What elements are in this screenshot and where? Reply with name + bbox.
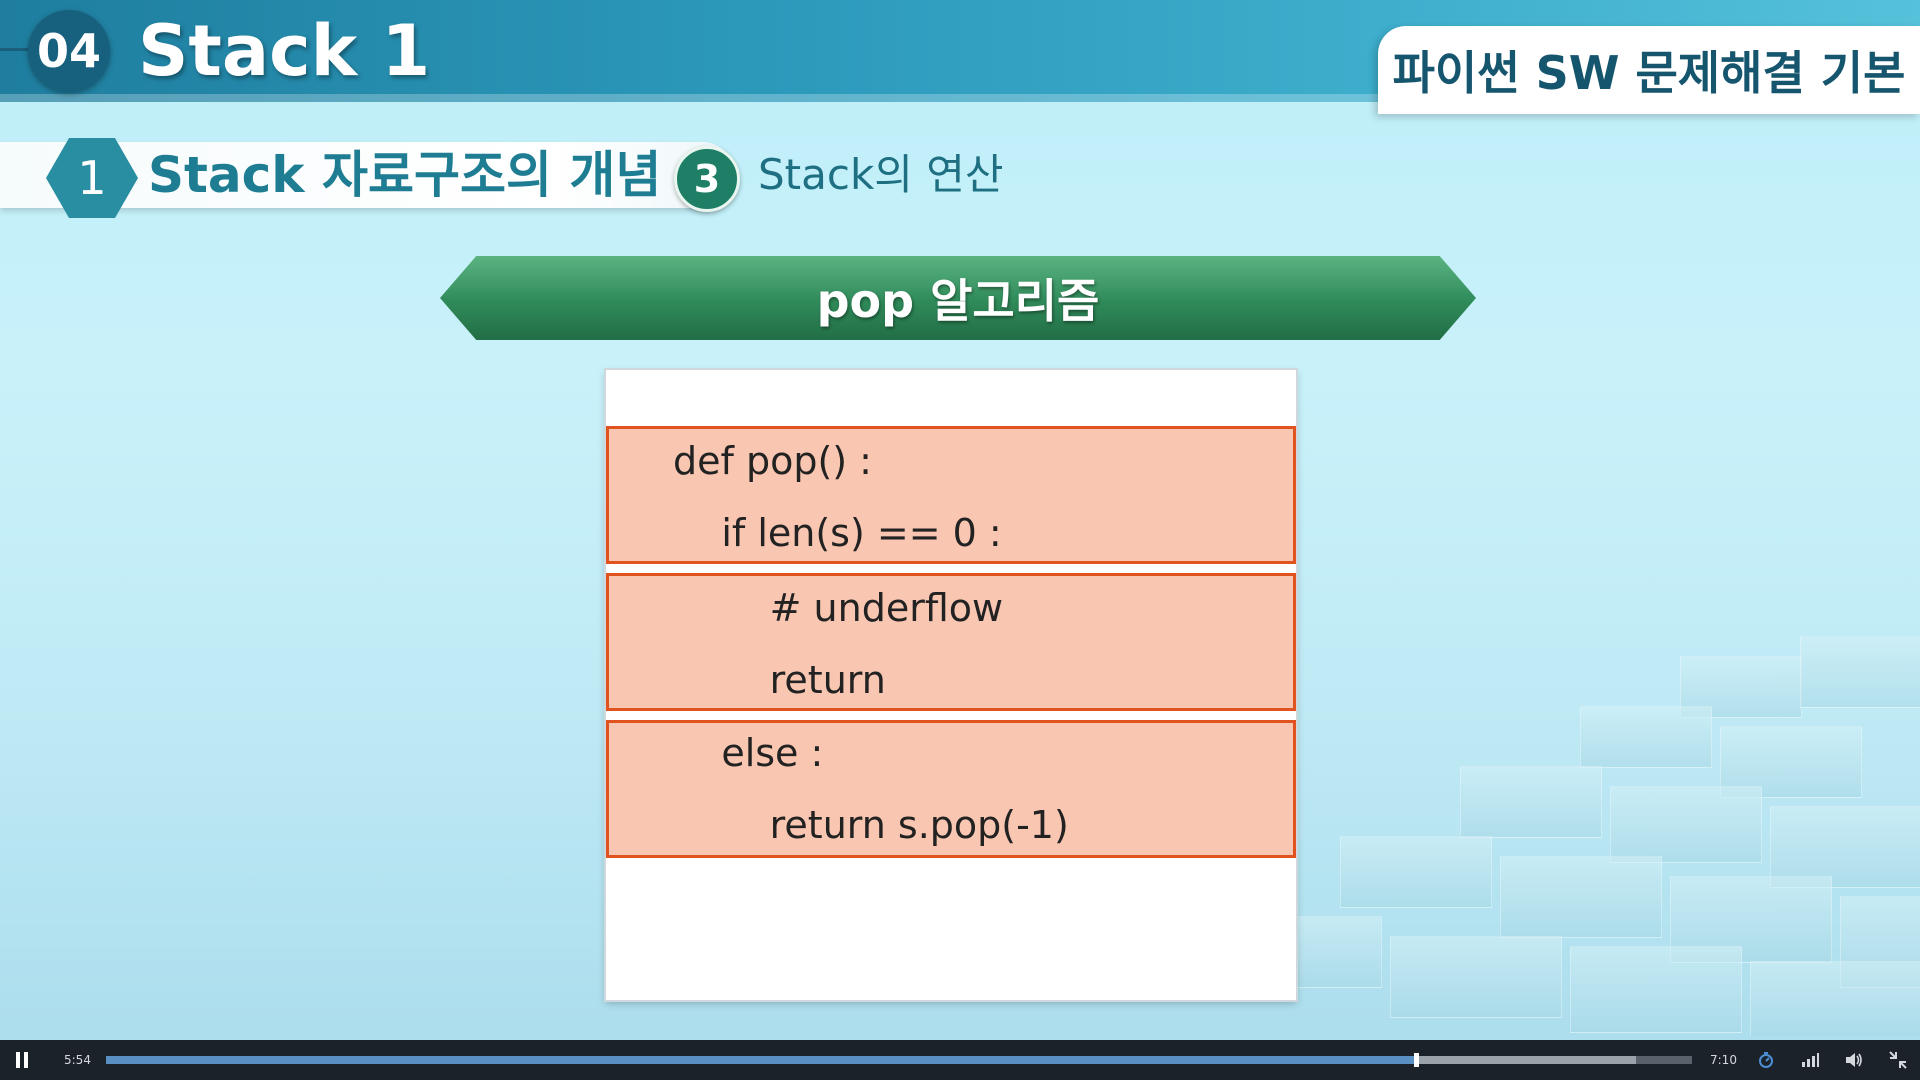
code-line: def pop() : [673,439,872,483]
background-cube [1750,961,1920,1036]
subsection-title: Stack의 연산 [758,150,1004,199]
pause-icon[interactable] [14,1052,30,1068]
volume-icon[interactable] [1844,1050,1864,1070]
exit-fullscreen-icon[interactable] [1888,1050,1908,1070]
background-cube [1340,836,1492,908]
chapter-title: Stack 1 [138,10,431,92]
code-line: if len(s) == 0 : [673,511,1002,555]
background-cube [1570,946,1742,1033]
total-time: 7:10 [1710,1053,1737,1067]
algorithm-banner: pop 알고리즘 [440,256,1476,340]
video-player-bar: 5:54 7:10 [0,1040,1920,1080]
chapter-number: 04 [28,10,110,92]
code-block-else-return: else : return s.pop(-1) [606,720,1296,858]
code-block-underflow: # underflow return [606,573,1296,711]
code-line: return [673,658,886,702]
speed-icon[interactable] [1756,1050,1776,1070]
background-cube [1800,636,1920,708]
course-title: 파이썬 SW 문제해결 기본 [1378,26,1920,114]
code-line: # underflow [673,586,1004,630]
code-line: else : [673,731,824,775]
background-cube [1460,766,1602,838]
section-title: Stack 자료구조의 개념 [148,146,662,204]
background-cube [1500,856,1662,938]
code-block-function-header: def pop() : if len(s) == 0 : [606,426,1296,564]
banner-title: pop 알고리즘 [816,274,1100,328]
played-progress [106,1056,1417,1064]
seek-handle[interactable] [1414,1053,1420,1067]
subsection-number-badge: 3 [674,146,740,212]
background-cube [1580,706,1712,768]
seek-bar[interactable] [106,1053,1692,1067]
code-card: def pop() : if len(s) == 0 : # underflow… [606,370,1296,1000]
code-line: return s.pop(-1) [673,803,1069,847]
current-time: 5:54 [64,1053,91,1067]
quality-icon[interactable] [1800,1050,1820,1070]
background-cube [1610,786,1762,863]
background-cube [1390,936,1562,1018]
